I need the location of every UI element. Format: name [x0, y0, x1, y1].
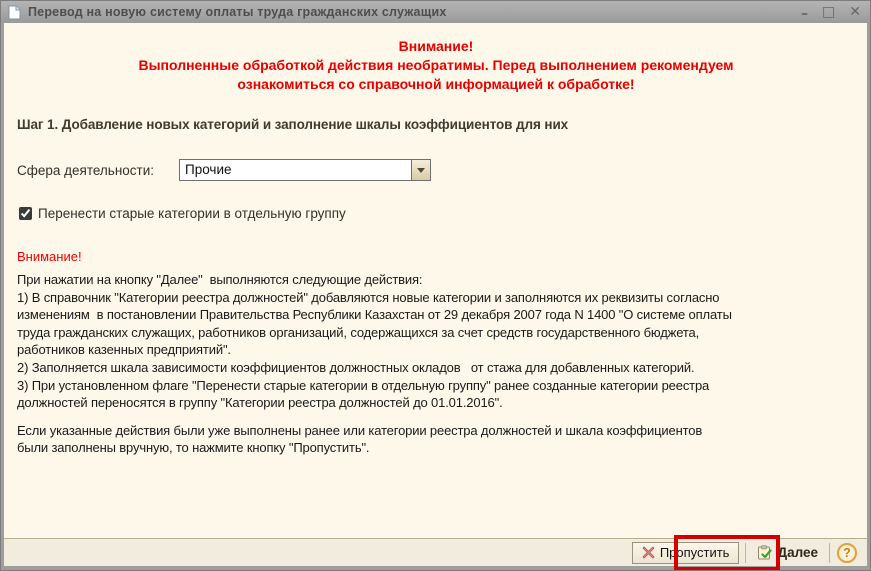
maximize-button[interactable]: □ [822, 5, 835, 19]
next-button-label: Далее [777, 545, 818, 560]
move-categories-label[interactable]: Перенести старые категории в отдельную г… [38, 206, 346, 221]
command-bar: Пропустить Далее ? [4, 538, 867, 566]
sphere-label: Сфера деятельности: [17, 163, 179, 178]
notice-body: При нажатии на кнопку "Далее" выполняютс… [17, 271, 855, 412]
clipboard-check-icon [757, 545, 772, 560]
next-button[interactable]: Далее [752, 542, 823, 564]
close-button[interactable]: ✕ [849, 5, 861, 19]
move-categories-check-row: Перенести старые категории в отдельную г… [17, 206, 855, 221]
window-title: Перевод на новую систему оплаты труда гр… [28, 5, 447, 19]
help-button-label: ? [843, 546, 851, 560]
dialog-window: Перевод на новую систему оплаты труда гр… [0, 0, 871, 571]
sphere-dropdown-button[interactable] [411, 160, 430, 180]
document-icon [8, 5, 21, 20]
step-heading: Шаг 1. Добавление новых категорий и запо… [17, 117, 855, 132]
notice-footer: Если указанные действия были уже выполне… [17, 422, 855, 457]
sphere-combobox[interactable]: Прочие [179, 159, 431, 181]
separator [745, 543, 746, 563]
dialog-content: Внимание! Выполненные обработкой действи… [4, 23, 867, 566]
title-bar: Перевод на новую систему оплаты труда гр… [1, 1, 870, 23]
window-controls: – □ ✕ [801, 5, 861, 19]
chevron-down-icon [417, 168, 425, 173]
skip-button[interactable]: Пропустить [632, 542, 740, 564]
skip-button-label: Пропустить [660, 545, 730, 560]
sphere-combobox-value: Прочие [185, 162, 232, 177]
red-x-icon [642, 546, 655, 559]
move-categories-checkbox[interactable] [19, 207, 32, 220]
sphere-field-row: Сфера деятельности: Прочие [17, 159, 855, 181]
help-button[interactable]: ? [837, 543, 857, 563]
notice-title: Внимание! [17, 249, 855, 264]
minimize-button[interactable]: – [801, 7, 808, 21]
separator [829, 543, 830, 563]
top-warning-text: Внимание! Выполненные обработкой действи… [17, 37, 855, 94]
